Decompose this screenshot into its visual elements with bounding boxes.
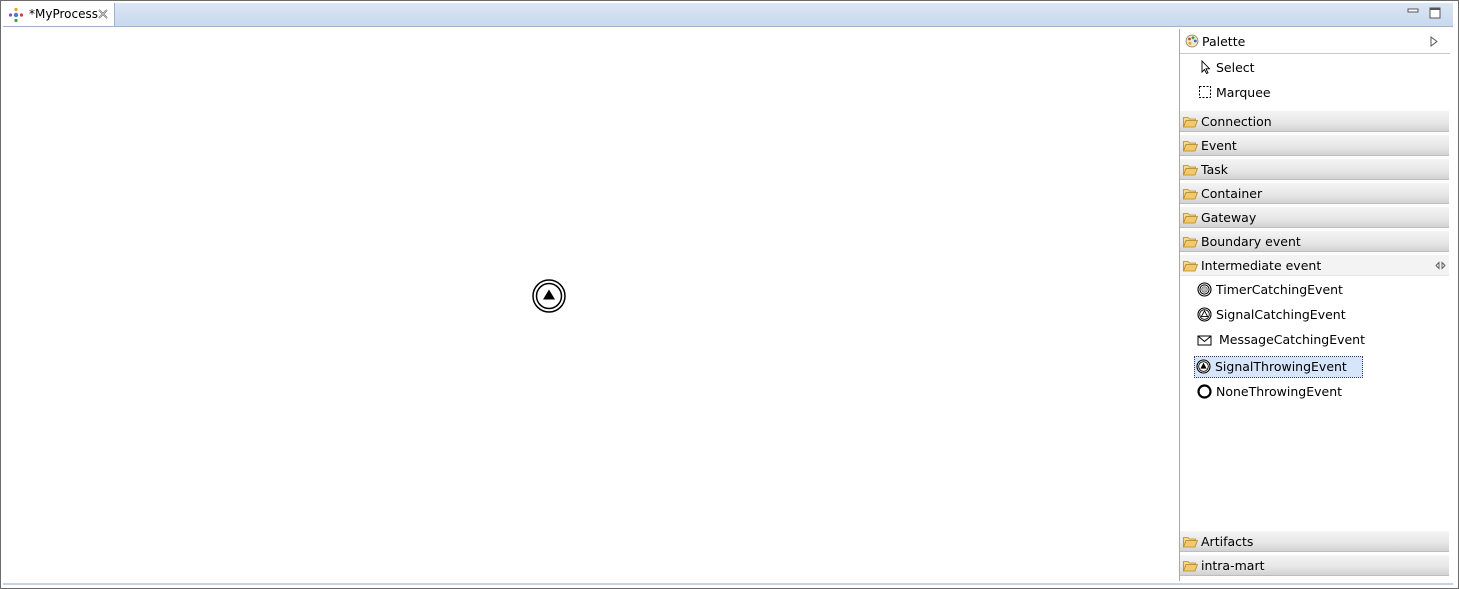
drawer-gateway[interactable]: Gateway [1180,206,1449,228]
none-throwing-event-icon [1197,384,1212,399]
pin-open-icon[interactable] [1435,261,1446,270]
close-icon[interactable] [97,8,109,20]
palette-entry-none-throwing-event[interactable]: NoneThrowingEvent [1195,381,1435,403]
signal-catching-event-icon [1197,307,1212,322]
editor-tab-title: *MyProcess [29,7,98,21]
palette-tool-label: Marquee [1216,85,1271,100]
drawer-boundary-event[interactable]: Boundary event [1180,230,1449,252]
folder-icon [1183,237,1198,248]
cursor-arrow-icon [1201,60,1211,74]
signal-throwing-event-node[interactable] [531,279,567,315]
palette-entry-message-catching-event[interactable]: MessageCatchingEvent [1195,329,1435,351]
process-icon [8,7,24,23]
palette-entry-label: SignalThrowingEvent [1215,359,1347,374]
folder-icon [1183,561,1198,572]
drawer-label: Intermediate event [1201,258,1322,273]
palette-entry-signal-catching-event[interactable]: SignalCatchingEvent [1195,304,1435,326]
drawer-connection[interactable]: Connection [1180,110,1449,132]
palette-title: Palette [1202,34,1246,49]
timer-catching-event-icon [1197,282,1212,297]
editor-tab-myprocess[interactable]: *MyProcess [3,3,115,26]
drawer-artifacts[interactable]: Artifacts [1180,530,1449,552]
editor-tab-bar: *MyProcess [3,3,1453,27]
palette-header: Palette [1180,29,1450,54]
palette-entry-signal-throwing-event[interactable]: SignalThrowingEvent [1194,356,1363,378]
palette-entry-label: SignalCatchingEvent [1216,307,1346,322]
palette-tool-select[interactable]: Select [1196,57,1436,79]
maximize-icon[interactable] [1429,7,1441,19]
folder-icon [1183,141,1198,152]
signal-throwing-event-icon [1196,359,1211,374]
drawer-task[interactable]: Task [1180,158,1449,180]
drawer-intermediate-event[interactable]: Intermediate event [1180,254,1449,276]
drawer-label: Artifacts [1201,534,1254,549]
folder-open-icon [1183,261,1198,272]
folder-icon [1183,213,1198,224]
drawer-intra-mart[interactable]: intra-mart [1180,554,1449,576]
palette-entry-timer-catching-event[interactable]: TimerCatchingEvent [1195,279,1435,301]
drawer-event[interactable]: Event [1180,134,1449,156]
diagram-canvas[interactable] [3,27,1178,583]
drawer-label: Gateway [1201,210,1257,225]
folder-icon [1183,537,1198,548]
message-catching-event-icon [1197,335,1212,346]
palette-icon [1185,34,1199,48]
drawer-label: Boundary event [1201,234,1301,249]
palette-entry-label: TimerCatchingEvent [1216,282,1343,297]
marquee-icon [1199,86,1211,98]
drawer-label: Task [1201,162,1228,177]
drawer-label: Container [1201,186,1263,201]
folder-icon [1183,165,1198,176]
palette-tool-marquee[interactable]: Marquee [1196,82,1436,104]
folder-icon [1183,189,1198,200]
palette-panel: Palette Select Marquee Connection Event … [1179,29,1450,581]
collapse-arrow-icon[interactable] [1430,36,1438,47]
palette-entry-label: NoneThrowingEvent [1216,384,1343,399]
minimize-icon[interactable] [1407,6,1419,18]
drawer-label: Connection [1201,114,1272,129]
palette-tool-label: Select [1216,60,1255,75]
drawer-container[interactable]: Container [1180,182,1449,204]
drawer-label: intra-mart [1201,558,1265,573]
folder-icon [1183,117,1198,128]
palette-entry-label: MessageCatchingEvent [1219,332,1366,347]
canvas-border [3,583,1453,585]
drawer-label: Event [1201,138,1237,153]
